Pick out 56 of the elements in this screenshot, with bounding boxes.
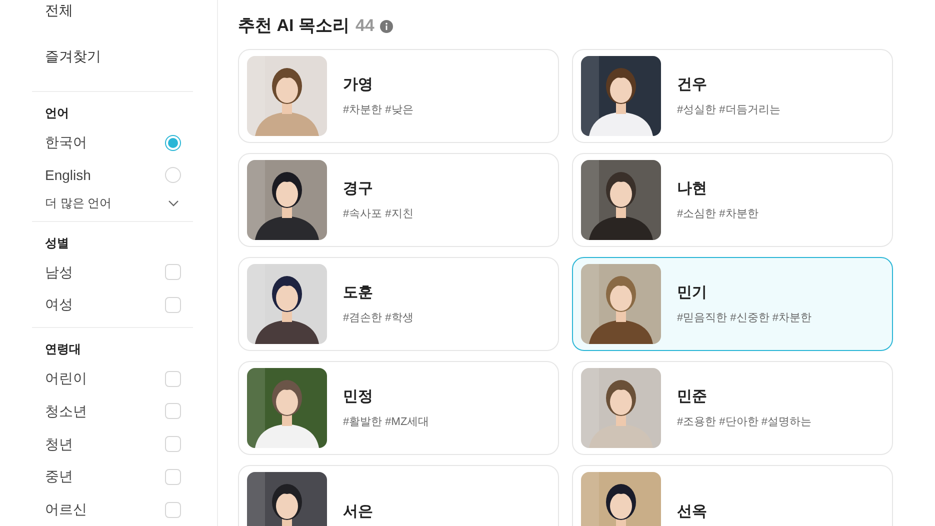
option-label: 어르신 [45, 500, 87, 520]
option-label: English [45, 166, 91, 185]
filter-heading: 언어 [44, 105, 70, 122]
voice-card[interactable]: 건우 #성실한 #더듬거리는 [572, 49, 893, 143]
checkbox[interactable] [165, 296, 181, 313]
radio-button[interactable] [165, 167, 181, 184]
voice-tags: #속사포 #지친 [343, 206, 414, 222]
sidebar-item[interactable]: 전체 [32, 0, 193, 38]
voice-tags: #차분한 #낮은 [343, 102, 414, 118]
option-label: 청소년 [45, 402, 87, 421]
filter-heading: 연령대 [44, 341, 82, 358]
voice-name: 도훈 [343, 282, 374, 302]
voice-card[interactable]: 가영 #차분한 #낮은 [238, 49, 559, 143]
voice-card[interactable]: 경구 #속사포 #지친 [238, 153, 559, 247]
sidebar-item[interactable]: 즐겨찾기 [32, 38, 193, 76]
voice-card[interactable]: 선옥 [572, 465, 893, 526]
voice-card[interactable]: 서은 [238, 465, 559, 526]
voice-name: 민기 [677, 282, 708, 302]
voice-card[interactable]: 민정 #활발한 #MZ세대 [238, 361, 559, 455]
filter-heading: 성별 [44, 234, 70, 252]
voice-card[interactable]: 도훈 #겸손한 #학생 [238, 257, 559, 351]
option-label: 남성 [45, 262, 73, 282]
voice-name: 민준 [677, 386, 708, 406]
language-dropdown[interactable]: 더 많은 언어 [32, 192, 193, 215]
voice-name: 경구 [343, 178, 374, 198]
checkbox[interactable] [165, 502, 181, 518]
checkbox[interactable] [165, 370, 181, 387]
checkbox[interactable] [165, 403, 181, 420]
voice-name: 서은 [343, 502, 373, 522]
option-label: 중년 [45, 467, 73, 486]
voice-card[interactable]: 나현 #소심한 #차분한 [572, 153, 893, 247]
voice-name: 나현 [677, 178, 708, 198]
voice-count: 44 [355, 15, 374, 38]
voice-tags: #성실한 #더듬거리는 [677, 102, 780, 118]
voice-card[interactable]: 민준 #조용한 #단아한 #설명하는 [572, 361, 893, 455]
option-label: 청년 [45, 434, 73, 454]
voice-tags: #믿음직한 #신중한 #차분한 [677, 310, 812, 326]
voice-tags: #소심한 #차분한 [677, 206, 758, 222]
voice-tags: #겸손한 #학생 [343, 310, 414, 326]
voice-name: 건우 [677, 74, 708, 94]
radio-button[interactable] [165, 134, 181, 150]
option-label: 여성 [45, 295, 73, 314]
chevron-down-icon [168, 200, 179, 207]
option-label: 어린이 [45, 369, 87, 388]
option-label: 한국어 [45, 133, 87, 152]
voice-tags: #활발한 #MZ세대 [343, 414, 430, 430]
voice-name: 가영 [343, 74, 374, 94]
voice-card[interactable]: 민기 #믿음직한 #신중한 #차분한 [572, 257, 893, 351]
checkbox[interactable] [165, 264, 181, 280]
voice-tags: #조용한 #단아한 #설명하는 [677, 414, 812, 430]
voice-name: 선옥 [677, 502, 707, 522]
section-title: 추천 AI 목소리 [238, 15, 350, 38]
checkbox[interactable] [165, 468, 181, 485]
checkbox[interactable] [165, 436, 181, 452]
voice-name: 민정 [343, 386, 374, 406]
info-icon[interactable] [380, 20, 394, 32]
